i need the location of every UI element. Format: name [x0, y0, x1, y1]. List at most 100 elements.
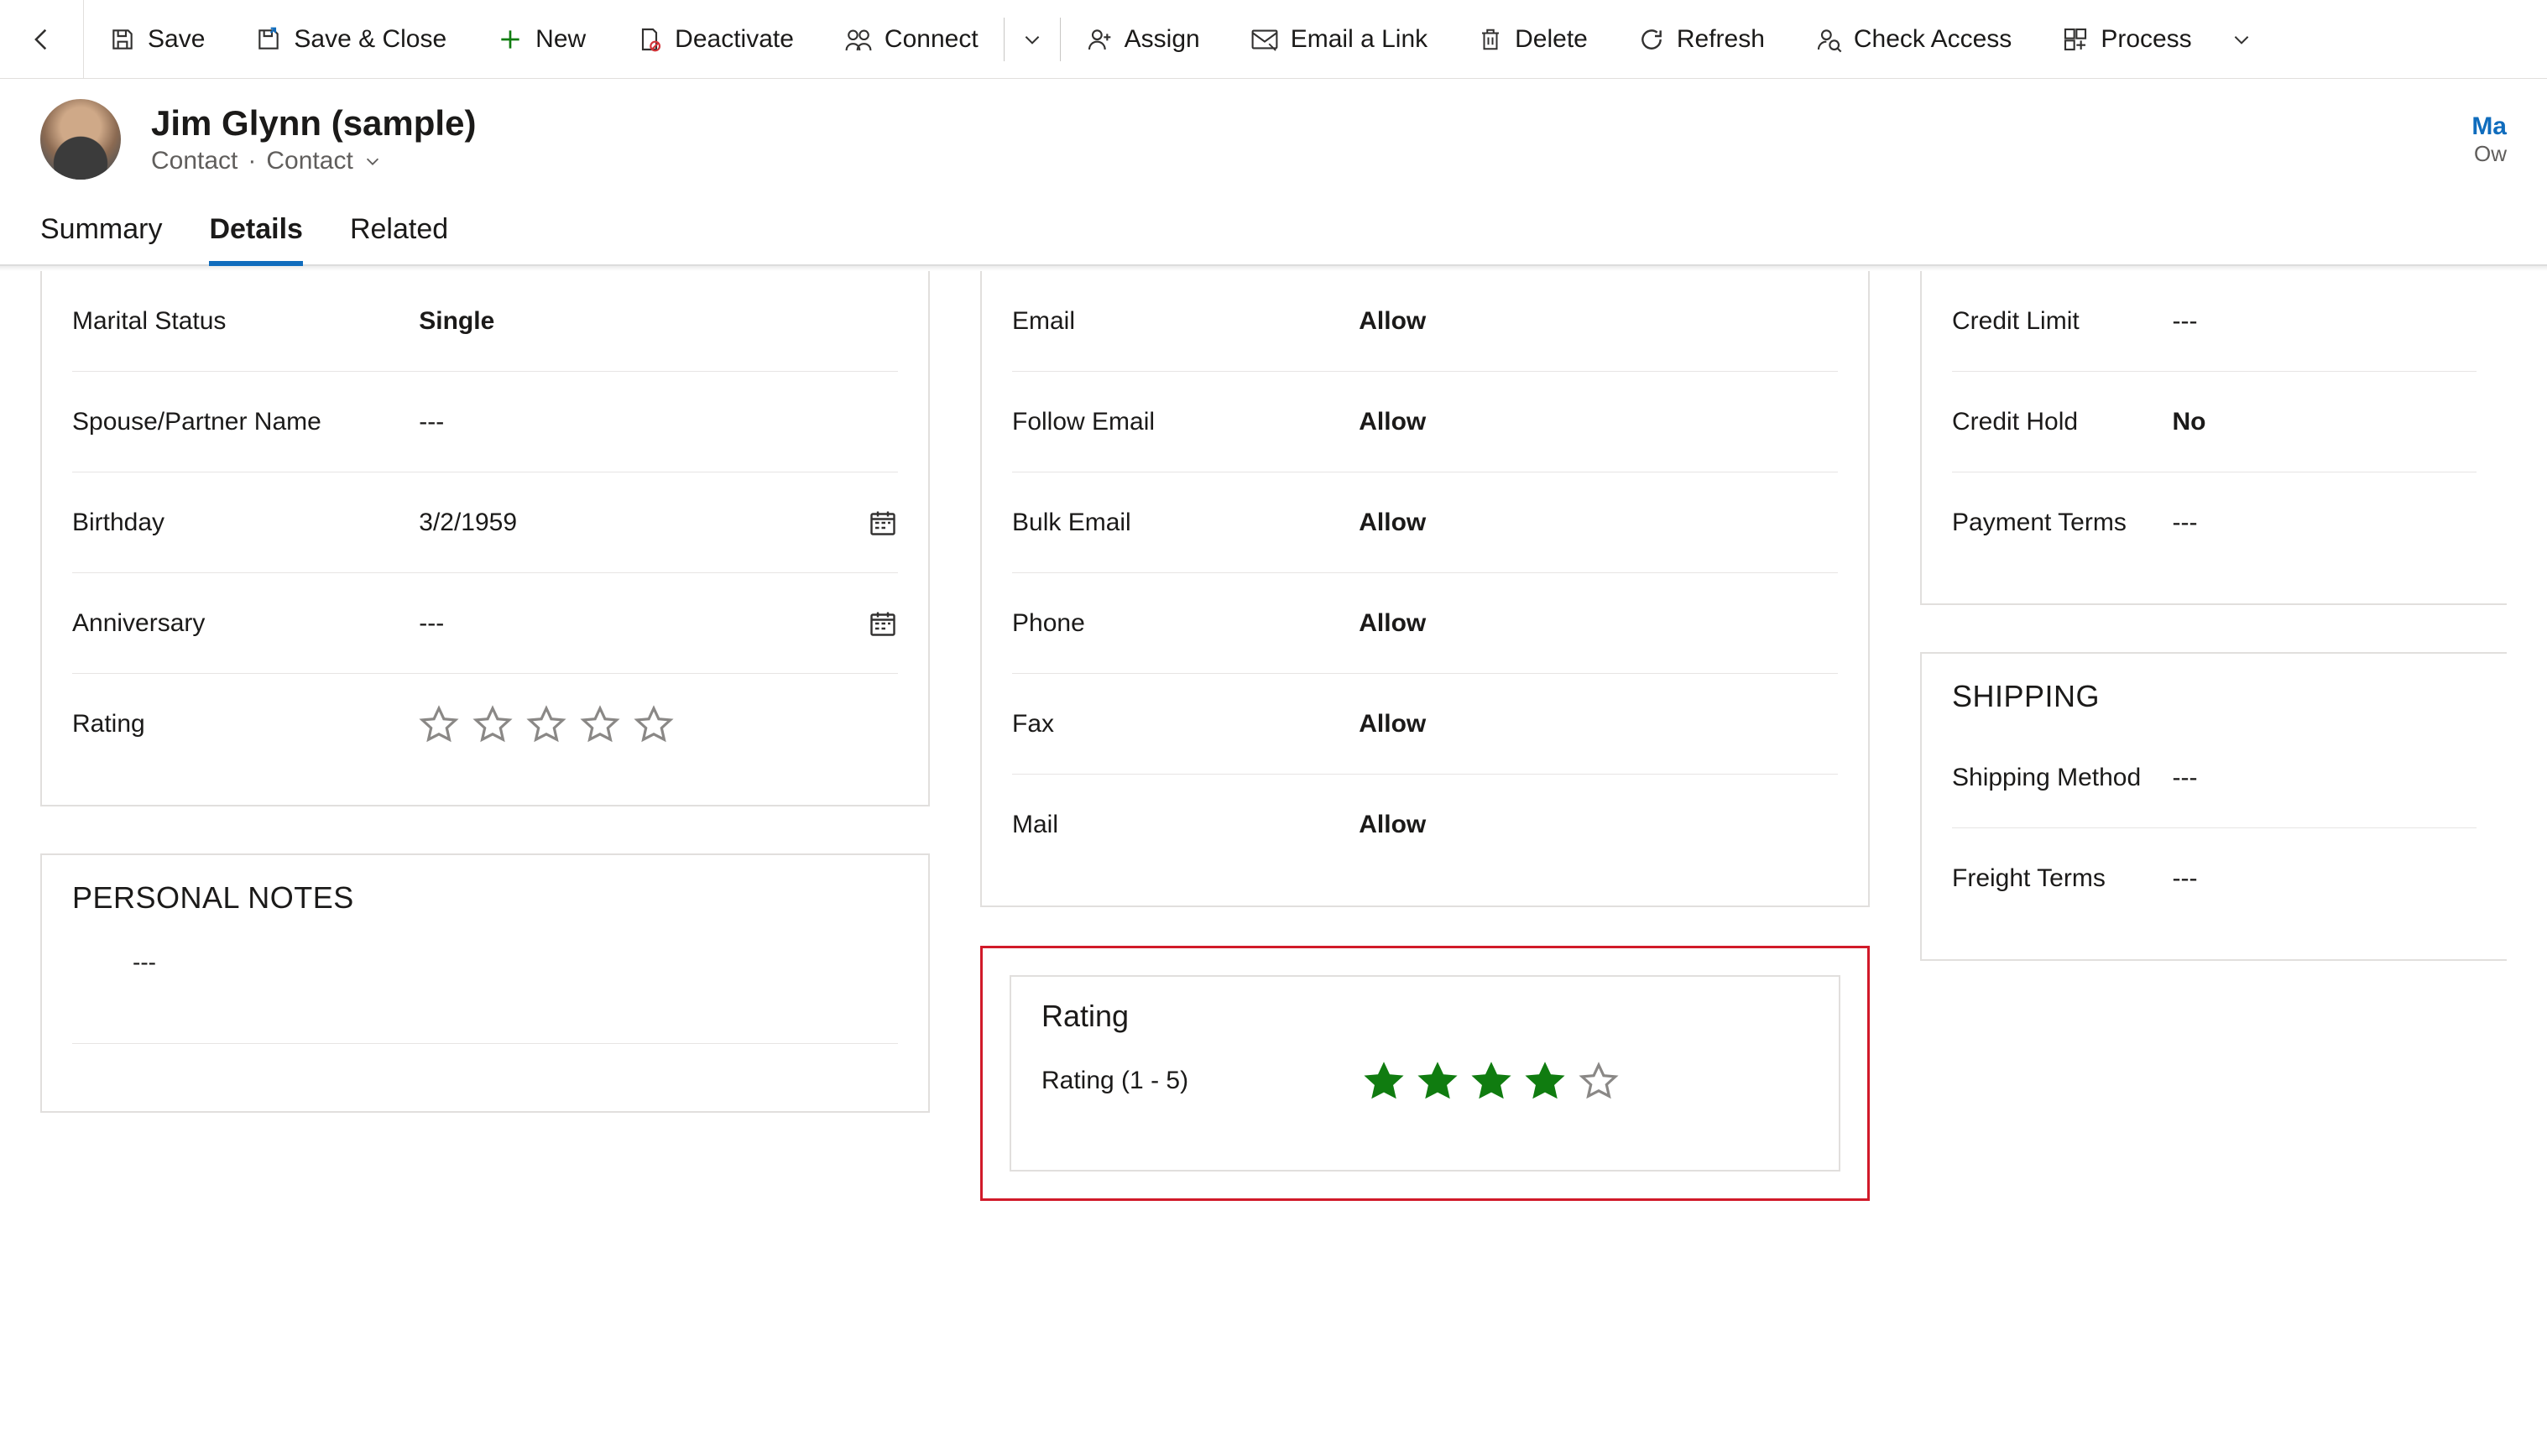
form-body: Marital Status Single Spouse/Partner Nam…	[0, 271, 2547, 1251]
personal-notes-value[interactable]: ---	[72, 929, 898, 1044]
refresh-icon	[1638, 26, 1665, 53]
anniversary-label: Anniversary	[72, 589, 419, 658]
command-bar: Save Save & Close New Deactivate Connect…	[0, 0, 2547, 79]
field-fax[interactable]: Fax Allow	[1012, 674, 1838, 775]
payment-terms-label: Payment Terms	[1952, 488, 2173, 557]
assign-icon	[1086, 26, 1113, 53]
star-icon[interactable]	[1364, 1061, 1404, 1101]
follow-email-label: Follow Email	[1012, 388, 1359, 457]
delete-button[interactable]: Delete	[1453, 0, 1613, 79]
connect-split-chevron[interactable]	[1005, 0, 1060, 79]
rating-empty-stars[interactable]	[419, 684, 898, 765]
process-icon	[2062, 26, 2089, 53]
record-form[interactable]: Contact	[266, 147, 352, 175]
marital-status-value: Single	[419, 287, 898, 356]
credit-limit-value: ---	[2173, 287, 2477, 356]
birthday-label: Birthday	[72, 488, 419, 557]
spouse-value: ---	[419, 388, 898, 457]
shipping-method-value: ---	[2173, 744, 2477, 812]
connect-button[interactable]: Connect	[819, 0, 1004, 79]
field-spouse[interactable]: Spouse/Partner Name ---	[72, 372, 898, 472]
email-link-button[interactable]: Email a Link	[1225, 0, 1453, 79]
rating-card-title: Rating	[1011, 977, 1839, 1039]
back-button[interactable]	[0, 0, 84, 79]
field-credit-limit[interactable]: Credit Limit ---	[1952, 271, 2477, 372]
star-icon[interactable]	[1417, 1061, 1458, 1101]
new-label: New	[535, 25, 586, 54]
process-chevron[interactable]	[2217, 0, 2266, 79]
delete-icon	[1478, 26, 1503, 53]
tab-related[interactable]: Related	[350, 196, 448, 264]
tab-details[interactable]: Details	[209, 196, 303, 264]
anniversary-calendar-button[interactable]	[868, 608, 898, 639]
star-icon[interactable]	[472, 704, 513, 744]
star-icon[interactable]	[1525, 1061, 1565, 1101]
field-email[interactable]: Email Allow	[1012, 271, 1838, 372]
field-mail[interactable]: Mail Allow	[1012, 775, 1838, 875]
field-phone[interactable]: Phone Allow	[1012, 573, 1838, 674]
column-left: Marital Status Single Spouse/Partner Nam…	[40, 271, 930, 1201]
star-icon[interactable]	[580, 704, 620, 744]
tab-summary[interactable]: Summary	[40, 196, 162, 264]
personal-notes-title: PERSONAL NOTES	[42, 855, 928, 929]
personal-card: Marital Status Single Spouse/Partner Nam…	[40, 271, 930, 806]
refresh-label: Refresh	[1677, 25, 1765, 54]
avatar	[40, 99, 121, 180]
save-button[interactable]: Save	[84, 0, 230, 79]
star-icon[interactable]	[419, 704, 459, 744]
rating-stars[interactable]	[1364, 1041, 1808, 1121]
field-bulk-email[interactable]: Bulk Email Allow	[1012, 472, 1838, 573]
field-birthday[interactable]: Birthday 3/2/1959	[72, 472, 898, 573]
process-label: Process	[2101, 25, 2191, 54]
assign-button[interactable]: Assign	[1061, 0, 1225, 79]
check-access-label: Check Access	[1854, 25, 2012, 54]
bulk-email-label: Bulk Email	[1012, 488, 1359, 557]
anniversary-value: ---	[419, 609, 444, 638]
field-marital-status[interactable]: Marital Status Single	[72, 271, 898, 372]
email-label: Email	[1012, 287, 1359, 356]
chevron-down-icon[interactable]	[363, 152, 382, 170]
marital-status-label: Marital Status	[72, 287, 419, 356]
field-follow-email[interactable]: Follow Email Allow	[1012, 372, 1838, 472]
field-shipping-method[interactable]: Shipping Method ---	[1952, 728, 2477, 828]
personal-notes-card: PERSONAL NOTES ---	[40, 853, 930, 1113]
star-icon[interactable]	[526, 704, 566, 744]
field-credit-hold[interactable]: Credit Hold No	[1952, 372, 2477, 472]
owner-link[interactable]: Ma	[2471, 112, 2507, 141]
chevron-down-icon	[1021, 29, 1043, 50]
calendar-icon	[868, 508, 898, 538]
freight-terms-value: ---	[2173, 844, 2477, 913]
birthday-calendar-button[interactable]	[868, 508, 898, 538]
save-close-label: Save & Close	[294, 25, 446, 54]
billing-card: Credit Limit --- Credit Hold No Payment …	[1920, 271, 2507, 605]
tab-row: Summary Details Related	[0, 188, 2547, 266]
field-freight-terms[interactable]: Freight Terms ---	[1952, 828, 2477, 929]
refresh-button[interactable]: Refresh	[1613, 0, 1790, 79]
phone-value: Allow	[1359, 589, 1838, 658]
mail-label: Mail	[1012, 791, 1359, 859]
record-entity: Contact	[151, 147, 237, 175]
field-anniversary[interactable]: Anniversary ---	[72, 573, 898, 674]
record-owner-block: Ma Ow	[2471, 112, 2507, 167]
calendar-icon	[868, 608, 898, 639]
payment-terms-value: ---	[2173, 488, 2477, 557]
new-button[interactable]: New	[472, 0, 611, 79]
assign-label: Assign	[1125, 25, 1200, 54]
field-payment-terms[interactable]: Payment Terms ---	[1952, 472, 2477, 573]
arrow-left-icon	[28, 25, 56, 54]
star-icon[interactable]	[1579, 1061, 1619, 1101]
connect-label: Connect	[885, 25, 979, 54]
star-icon[interactable]	[634, 704, 674, 744]
star-icon[interactable]	[1471, 1061, 1511, 1101]
save-close-button[interactable]: Save & Close	[230, 0, 472, 79]
process-button[interactable]: Process	[2037, 0, 2216, 79]
check-access-button[interactable]: Check Access	[1790, 0, 2037, 79]
save-close-icon	[255, 26, 282, 53]
credit-limit-label: Credit Limit	[1952, 287, 2173, 356]
field-rating-empty[interactable]: Rating	[72, 674, 898, 775]
phone-label: Phone	[1012, 589, 1359, 658]
column-middle: Email Allow Follow Email Allow Bulk Emai…	[980, 271, 1870, 1201]
field-rating[interactable]: Rating (1 - 5)	[1041, 1039, 1808, 1123]
save-icon	[109, 26, 136, 53]
deactivate-button[interactable]: Deactivate	[611, 0, 819, 79]
